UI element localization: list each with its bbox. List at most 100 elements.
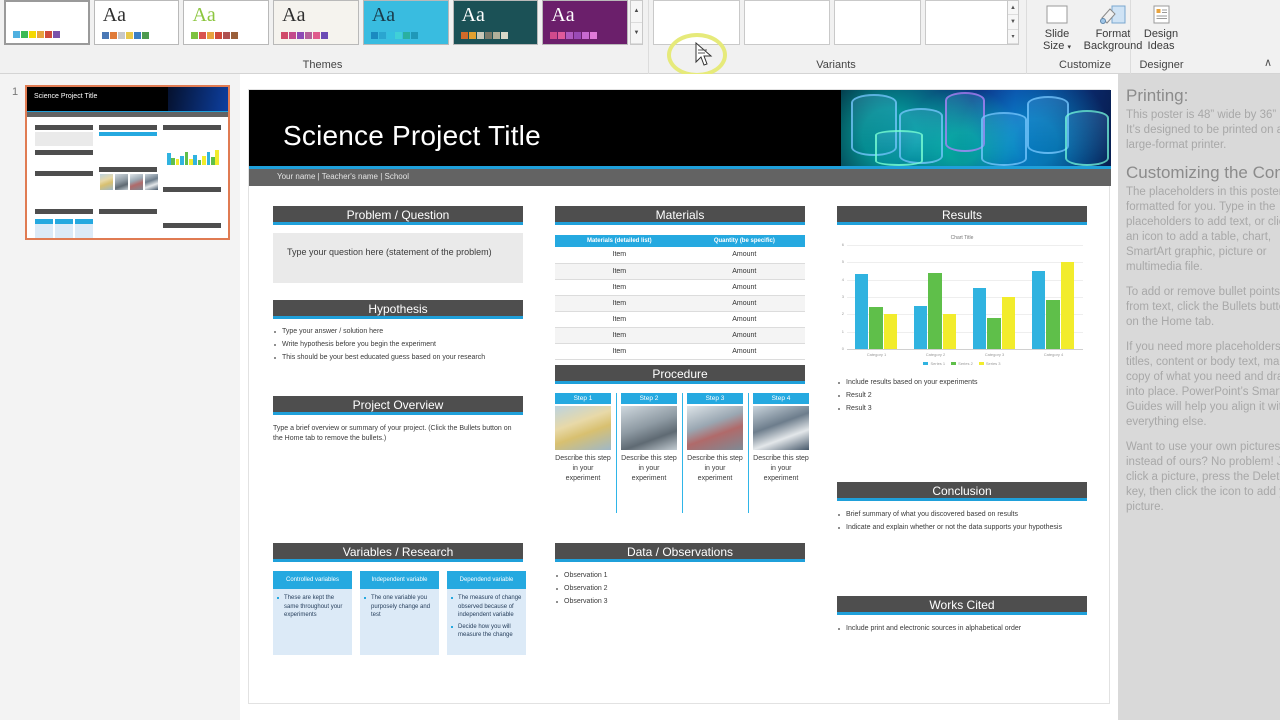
results-chart[interactable]: Chart Title 0 1 2 3 4 5 6 Category 1 Category 2 C…	[837, 235, 1087, 370]
theme-thumbnail-5[interactable]: Aa	[452, 0, 539, 45]
variable-card-0[interactable]: Controlled variables These are kept the s…	[273, 571, 352, 655]
chart-legend-swatch	[923, 362, 929, 365]
section-header-conclusion[interactable]: Conclusion	[837, 482, 1087, 501]
chart-x-tick: Category 3	[984, 352, 1005, 357]
themes-scroll-down[interactable]: ▼	[631, 23, 642, 44]
variant-thumbnail-3[interactable]	[924, 0, 1011, 45]
materials-column-header: Quantity (be specific)	[683, 235, 805, 247]
chart-legend-swatch	[978, 362, 984, 365]
problem-body[interactable]: Type your question here (statement of th…	[273, 233, 523, 283]
themes-scrollbar[interactable]: ▲ ▼	[630, 0, 643, 45]
theme-thumbnail-3[interactable]: Aa	[273, 0, 359, 45]
thumbnail-pane-scrollbar[interactable]	[232, 74, 240, 720]
works-cited-bullets[interactable]: Include print and electronic sources in …	[837, 624, 1087, 637]
project-overview-body[interactable]: Type a brief overview or summary of your…	[273, 424, 521, 444]
table-row[interactable]: Item Amount	[555, 247, 805, 264]
thumb-block	[99, 167, 157, 172]
procedure-step-photo[interactable]	[687, 406, 743, 450]
table-row[interactable]: Item Amount	[555, 263, 805, 280]
section-header-problem[interactable]: Problem / Question	[273, 206, 523, 225]
theme-thumbnail-2[interactable]: Aa	[183, 0, 270, 45]
table-cell: Item	[555, 279, 684, 296]
section-header-materials[interactable]: Materials	[555, 206, 805, 225]
data-observations-bullets[interactable]: Observation 1 Observation 2 Observation 3	[555, 571, 805, 610]
slide-subtitle-bar[interactable]: Your name | Teacher's name | School	[249, 169, 1111, 186]
section-header-works-cited[interactable]: Works Cited	[837, 596, 1087, 615]
procedure-step-1[interactable]: Step 1 Describe this step in your experim…	[555, 393, 611, 484]
table-row[interactable]: Item Amount	[555, 327, 805, 344]
variant-thumbnail-0[interactable]	[653, 0, 740, 45]
theme-thumbnail-1[interactable]: Aa	[93, 0, 180, 45]
thumb-block	[35, 209, 93, 214]
variants-scroll-down[interactable]: ▼	[1008, 15, 1018, 30]
theme-thumbnail-6[interactable]: Aa	[542, 0, 628, 45]
variants-more[interactable]: ▾	[1008, 30, 1018, 44]
theme-thumbnail-0[interactable]	[4, 0, 90, 45]
table-row[interactable]: Item Amount	[555, 279, 805, 296]
slide-thumbnail-1[interactable]: Science Project Title	[25, 85, 230, 240]
section-header-variables[interactable]: Variables / Research	[273, 543, 523, 562]
conclusion-bullets[interactable]: Brief summary of what you discovered bas…	[837, 510, 1087, 536]
thumb-chart-bar	[189, 159, 193, 165]
variable-card-1[interactable]: Independent variable The one variable you…	[360, 571, 439, 655]
slide-editing-area[interactable]: Science Project Title Your name | Teache…	[240, 74, 1118, 720]
procedure-step-divider	[616, 393, 617, 513]
conclusion-bullet-item: Brief summary of what you discovered bas…	[837, 510, 1087, 519]
table-cell: Item	[555, 295, 684, 312]
chart-bar-series-2-3	[1046, 300, 1060, 349]
materials-table[interactable]: Materials (detailed list) Quantity (be sp…	[555, 235, 805, 360]
table-cell: Item	[555, 263, 684, 280]
procedure-step-label: Step 4	[753, 393, 809, 404]
variant-thumbnail-2[interactable]	[834, 0, 921, 45]
section-header-results[interactable]: Results	[837, 206, 1087, 225]
section-header-hypothesis[interactable]: Hypothesis	[273, 300, 523, 319]
section-header-project-overview[interactable]: Project Overview	[273, 396, 523, 415]
chart-gridline	[847, 245, 1083, 246]
table-row[interactable]: Item Amount	[555, 343, 805, 360]
section-header-data-observations[interactable]: Data / Observations	[555, 543, 805, 562]
variable-card-2[interactable]: Dependend variable The measure of change …	[447, 571, 526, 655]
results-bullets[interactable]: Include results based on your experiment…	[837, 378, 1087, 417]
chart-bar-series-1-0	[855, 274, 869, 349]
notes-heading: Customizing the Content:	[1126, 163, 1280, 182]
theme-preview-text: Aa	[282, 4, 306, 26]
theme-color-swatches	[370, 32, 418, 39]
procedure-step-photo[interactable]	[555, 406, 611, 450]
slide-title[interactable]: Science Project Title	[283, 120, 541, 152]
variants-gallery[interactable]	[653, 0, 1011, 45]
thumb-chart-bar	[215, 150, 219, 165]
variants-scroll-up[interactable]: ▲	[1008, 1, 1018, 16]
themes-gallery[interactable]: Aa Aa Aa Aa Aa Aa	[4, 0, 628, 45]
themes-scroll-up[interactable]: ▲	[631, 1, 642, 23]
procedure-step-photo[interactable]	[753, 406, 809, 450]
theme-preview-text: Aa	[371, 4, 396, 26]
variants-scrollbar[interactable]: ▲ ▼ ▾	[1007, 0, 1019, 45]
table-row[interactable]: Item Amount	[555, 311, 805, 328]
thumb-step-photo	[100, 174, 113, 190]
slide-size-icon	[1031, 0, 1083, 28]
thumb-block	[75, 219, 93, 224]
chart-gridline	[847, 279, 1083, 281]
instructions-notes-pane[interactable]: Printing: This poster is 48” wide by 36” …	[1118, 74, 1280, 720]
variant-thumbnail-1[interactable]	[743, 0, 830, 45]
result-bullet-item: Include results based on your experiment…	[837, 378, 1087, 387]
chart-legend-label: Series 2	[958, 361, 973, 366]
materials-header-row: Materials (detailed list) Quantity (be sp…	[555, 235, 805, 247]
observation-bullet-item: Observation 1	[555, 571, 805, 580]
procedure-step-photo[interactable]	[621, 406, 677, 450]
procedure-step-2[interactable]: Step 2 Describe this step in your experim…	[621, 393, 677, 484]
table-cell: Amount	[683, 263, 805, 280]
collapse-ribbon-button[interactable]: ∧	[1264, 56, 1272, 69]
section-header-procedure[interactable]: Procedure	[555, 365, 805, 384]
slide-canvas[interactable]: Science Project Title Your name | Teache…	[248, 89, 1111, 704]
table-row[interactable]: Item Amount	[555, 295, 805, 312]
procedure-step-3[interactable]: Step 3 Describe this step in your experim…	[687, 393, 743, 484]
slide-size-button[interactable]: Slide Size ▾	[1031, 0, 1083, 54]
theme-thumbnail-4[interactable]: Aa	[362, 0, 449, 45]
procedure-step-4[interactable]: Step 4 Describe this step in your experim…	[753, 393, 809, 484]
theme-preview-text: Aa	[461, 4, 485, 26]
design-ideas-button[interactable]: Design Ideas	[1135, 0, 1187, 52]
hypothesis-bullets[interactable]: Type your answer / solution here Write hy…	[273, 327, 525, 366]
chart-x-tick: Category 4	[1043, 352, 1064, 357]
design-ideas-label-line2: Ideas	[1147, 40, 1175, 52]
